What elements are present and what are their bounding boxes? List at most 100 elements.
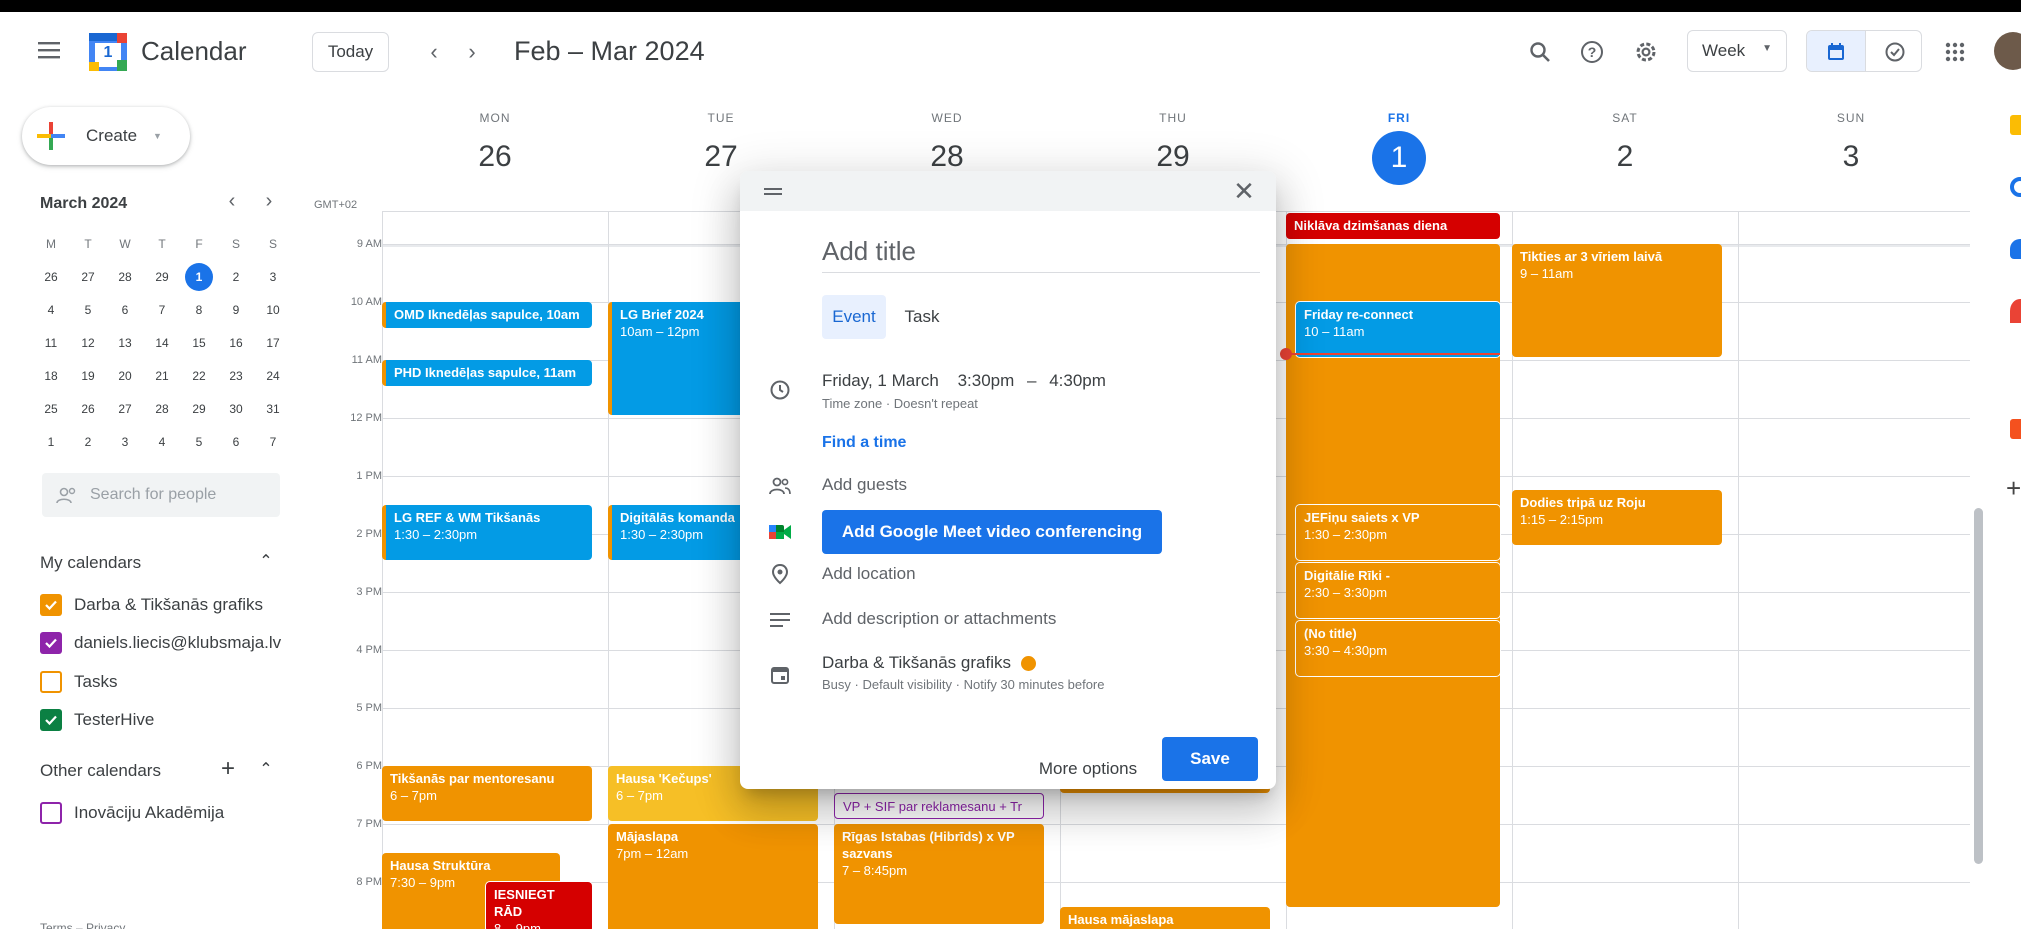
checkbox-checked-icon[interactable]	[40, 594, 62, 616]
mini-day[interactable]: 29	[147, 262, 177, 292]
mini-day[interactable]: 25	[36, 394, 66, 424]
mini-day[interactable]: 19	[73, 361, 103, 391]
plus-icon[interactable]: +	[2006, 473, 2021, 504]
mini-day[interactable]: 6	[110, 295, 140, 325]
more-options-button[interactable]: More options	[1028, 747, 1148, 791]
day-header[interactable]: MON 26	[382, 89, 608, 183]
mini-day[interactable]: 29	[184, 394, 214, 424]
mini-day[interactable]: 17	[258, 328, 288, 358]
calendar-event[interactable]: Digitālie Rīki - 2:30 – 3:30pm	[1296, 563, 1500, 618]
timezone-repeat[interactable]: Time zone · Doesn't repeat	[822, 396, 978, 411]
calendar-event-draft[interactable]: (No title) 3:30 – 4:30pm	[1296, 621, 1500, 676]
add-other-calendar-button[interactable]: +	[208, 749, 248, 789]
calendar-event[interactable]: JEFiņu saiets x VP 1:30 – 2:30pm	[1296, 505, 1500, 560]
search-button[interactable]	[1518, 30, 1562, 74]
add-location-field[interactable]: Add location	[822, 564, 916, 584]
checkbox-unchecked-icon[interactable]	[40, 802, 62, 824]
calendar-meta[interactable]: Busy · Default visibility · Notify 30 mi…	[822, 677, 1105, 692]
mini-day[interactable]: 30	[221, 394, 251, 424]
mini-day[interactable]: 22	[184, 361, 214, 391]
mini-day[interactable]: 7	[147, 295, 177, 325]
next-week-button[interactable]: ›	[450, 30, 494, 74]
calendar-item[interactable]: TesterHive	[40, 706, 154, 734]
mini-day[interactable]: 12	[73, 328, 103, 358]
mini-day[interactable]: 20	[110, 361, 140, 391]
mini-day[interactable]: 2	[73, 427, 103, 457]
mini-day[interactable]: 23	[221, 361, 251, 391]
mini-day[interactable]: 27	[73, 262, 103, 292]
event-end-time[interactable]: 4:30pm	[1049, 371, 1106, 390]
tasks-view-toggle[interactable]	[1865, 31, 1921, 71]
mini-day[interactable]: 3	[258, 262, 288, 292]
mini-day[interactable]: 10	[258, 295, 288, 325]
mini-day-today[interactable]: 1	[184, 262, 214, 292]
save-button[interactable]: Save	[1162, 737, 1258, 781]
settings-button[interactable]	[1624, 30, 1668, 74]
mini-day[interactable]: 7	[258, 427, 288, 457]
tasks-icon[interactable]	[2010, 177, 2021, 197]
all-day-event[interactable]: Niklāva dzimšanas diena	[1286, 213, 1500, 239]
close-dialog-button[interactable]: ✕	[1224, 171, 1264, 211]
add-google-meet-button[interactable]: Add Google Meet video conferencing	[822, 510, 1162, 554]
mini-day[interactable]: 26	[73, 394, 103, 424]
other-calendars-title[interactable]: Other calendars	[40, 761, 161, 781]
mini-day[interactable]: 21	[147, 361, 177, 391]
mini-day[interactable]: 18	[36, 361, 66, 391]
apps-button[interactable]	[1933, 30, 1977, 74]
day-header[interactable]: SUN 3	[1738, 89, 1964, 183]
calendar-event[interactable]: Rīgas Istabas (Hibrīds) x VP sazvans 7 – …	[834, 824, 1044, 924]
keep-icon[interactable]	[2010, 115, 2021, 135]
create-button[interactable]: Create ▼	[22, 107, 190, 165]
mini-day[interactable]: 16	[221, 328, 251, 358]
main-menu-button[interactable]	[27, 28, 71, 72]
mini-day[interactable]: 8	[184, 295, 214, 325]
calendar-event[interactable]: OMD Iknedēļas sapulce, 10am	[382, 302, 592, 328]
other-calendars-collapse-button[interactable]: ⌃	[246, 749, 286, 789]
my-calendars-collapse-button[interactable]: ⌃	[246, 541, 286, 581]
calendar-event[interactable]: Tikties ar 3 vīriem laivā 9 – 11am	[1512, 244, 1722, 357]
mini-day[interactable]: 9	[221, 295, 251, 325]
calendar-event[interactable]: PHD Iknedēļas sapulce, 11am	[382, 360, 592, 386]
dialog-drag-bar[interactable]: ✕	[740, 171, 1276, 211]
checkbox-checked-icon[interactable]	[40, 632, 62, 654]
calendar-item[interactable]: Darba & Tikšanās grafiks	[40, 591, 263, 619]
mini-day[interactable]: 4	[36, 295, 66, 325]
help-button[interactable]: ?	[1570, 30, 1614, 74]
mini-day[interactable]: 11	[36, 328, 66, 358]
event-start-time[interactable]: 3:30pm	[958, 371, 1015, 390]
mini-day[interactable]: 5	[73, 295, 103, 325]
day-header[interactable]: WED 28	[834, 89, 1060, 183]
contacts-icon[interactable]	[2010, 239, 2021, 259]
calendar-event[interactable]: Mājaslapa 7pm – 12am	[608, 824, 818, 929]
mini-day[interactable]: 6	[221, 427, 251, 457]
event-date[interactable]: Friday, 1 March	[822, 371, 939, 390]
day-header-today[interactable]: FRI 1	[1286, 89, 1512, 185]
mini-day[interactable]: 14	[147, 328, 177, 358]
calendar-item[interactable]: Inovāciju Akadēmija	[40, 799, 224, 827]
mini-day[interactable]: 26	[36, 262, 66, 292]
addon-icon[interactable]	[2010, 419, 2021, 439]
today-button[interactable]: Today	[312, 32, 389, 72]
calendar-item[interactable]: daniels.liecis@klubsmaja.lv	[40, 629, 281, 657]
mini-day[interactable]: 15	[184, 328, 214, 358]
add-guests-field[interactable]: Add guests	[822, 475, 907, 495]
mini-prev-month-button[interactable]: ‹	[212, 181, 252, 221]
event-tab[interactable]: Event	[822, 295, 886, 339]
day-header[interactable]: THU 29	[1060, 89, 1286, 183]
calendar-item[interactable]: Tasks	[40, 668, 117, 696]
add-description-field[interactable]: Add description or attachments	[822, 609, 1056, 629]
mini-day[interactable]: 3	[110, 427, 140, 457]
mini-day[interactable]: 2	[221, 262, 251, 292]
mini-day[interactable]: 1	[36, 427, 66, 457]
maps-icon[interactable]	[2010, 299, 2021, 323]
mini-day[interactable]: 28	[110, 262, 140, 292]
account-avatar[interactable]	[1994, 32, 2021, 70]
calendar-event[interactable]: LG REF & WM Tikšanās 1:30 – 2:30pm	[382, 505, 592, 560]
calendar-event[interactable]: Dodies tripā uz Roju 1:15 – 2:15pm	[1512, 490, 1722, 545]
day-header[interactable]: SAT 2	[1512, 89, 1738, 183]
checkbox-checked-icon[interactable]	[40, 709, 62, 731]
mini-day[interactable]: 13	[110, 328, 140, 358]
task-tab[interactable]: Task	[892, 295, 952, 339]
calendar-view-toggle[interactable]	[1807, 31, 1865, 71]
calendar-event[interactable]: Friday re-connect 10 – 11am	[1296, 302, 1500, 357]
